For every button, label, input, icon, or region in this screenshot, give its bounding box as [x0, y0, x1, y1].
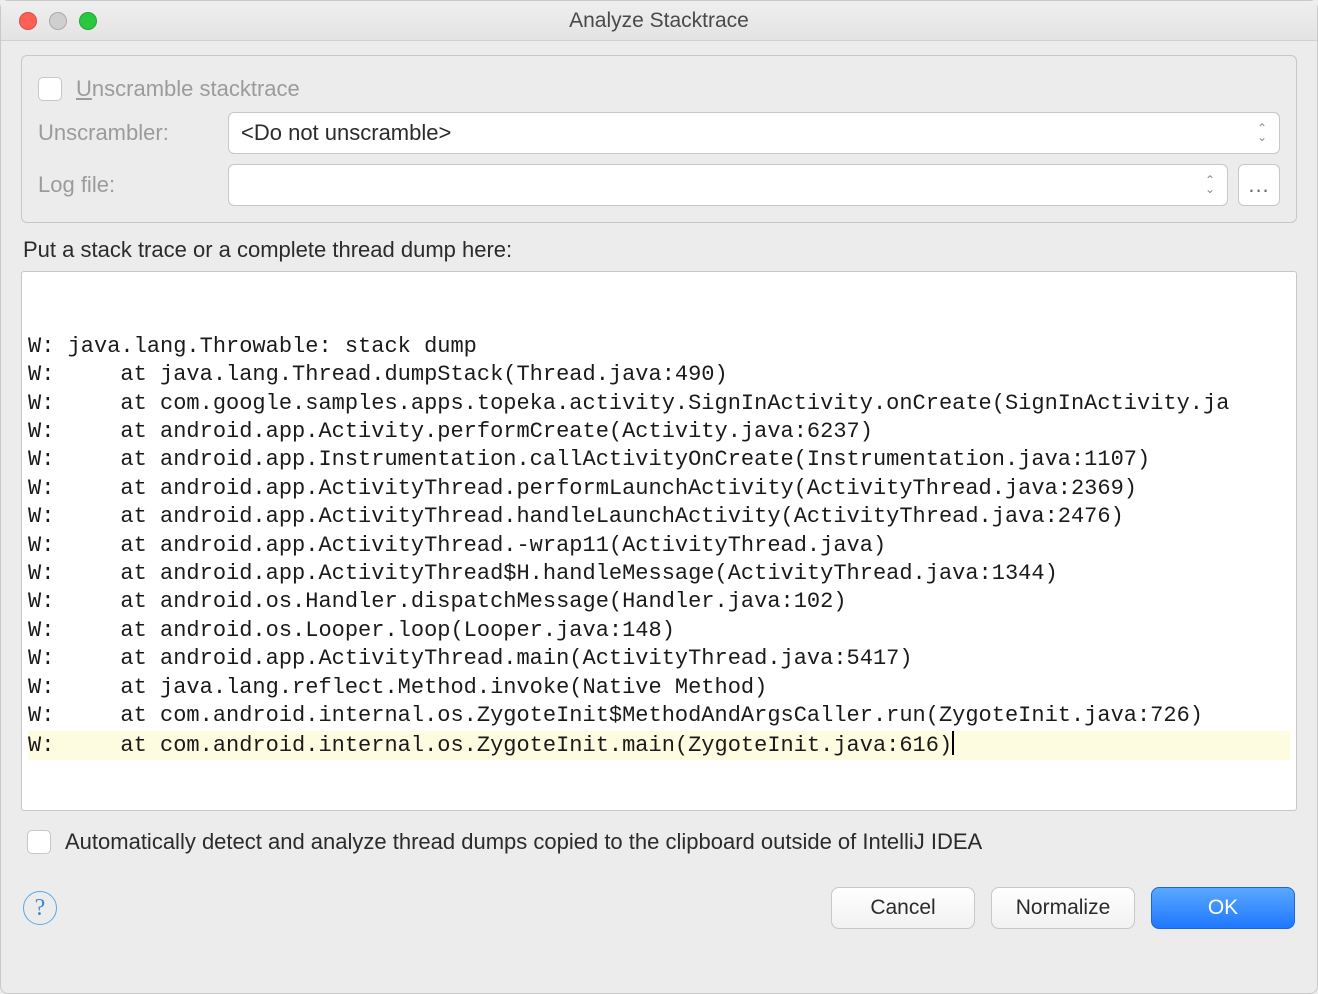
cancel-button[interactable]: Cancel — [831, 887, 975, 929]
stacktrace-line: W: at android.app.Instrumentation.callAc… — [28, 446, 1290, 474]
stacktrace-line: W: at android.app.ActivityThread.-wrap11… — [28, 532, 1290, 560]
stacktrace-line: W: java.lang.Throwable: stack dump — [28, 333, 1290, 361]
window-title: Analyze Stacktrace — [1, 9, 1317, 33]
stacktrace-textarea[interactable]: W: java.lang.Throwable: stack dumpW: at … — [21, 271, 1297, 811]
unscrambler-value: <Do not unscramble> — [241, 120, 451, 146]
stacktrace-line: W: at android.app.ActivityThread.handleL… — [28, 503, 1290, 531]
chevron-updown-icon: ⌃⌄ — [1205, 176, 1215, 194]
stacktrace-line: W: at com.android.internal.os.ZygoteInit… — [28, 731, 1290, 760]
unscramble-label: Unscramble stacktrace — [76, 76, 300, 102]
stacktrace-line: W: at android.app.ActivityThread.perform… — [28, 475, 1290, 503]
stacktrace-line: W: at com.google.samples.apps.topeka.act… — [28, 390, 1290, 418]
stacktrace-line: W: at android.app.Activity.performCreate… — [28, 418, 1290, 446]
stacktrace-line: W: at android.app.ActivityThread.main(Ac… — [28, 645, 1290, 673]
help-button[interactable]: ? — [23, 891, 57, 925]
stacktrace-line: W: at com.android.internal.os.ZygoteInit… — [28, 702, 1290, 730]
ok-button[interactable]: OK — [1151, 887, 1295, 929]
normalize-button[interactable]: Normalize — [991, 887, 1135, 929]
chevron-updown-icon: ⌃⌄ — [1257, 124, 1267, 142]
dialog-footer: ? Cancel Normalize OK — [1, 873, 1317, 929]
unscramble-checkbox[interactable] — [38, 77, 62, 101]
stacktrace-line: W: at android.os.Looper.loop(Looper.java… — [28, 617, 1290, 645]
options-panel: Unscramble stacktrace Unscrambler: <Do n… — [21, 55, 1297, 223]
auto-detect-checkbox[interactable] — [27, 830, 51, 854]
text-cursor — [952, 731, 954, 755]
stacktrace-line: W: at java.lang.Thread.dumpStack(Thread.… — [28, 361, 1290, 389]
logfile-input[interactable]: ⌃⌄ — [228, 164, 1228, 206]
stacktrace-line: W: at android.os.Handler.dispatchMessage… — [28, 588, 1290, 616]
stacktrace-line: W: at android.app.ActivityThread$H.handl… — [28, 560, 1290, 588]
logfile-label: Log file: — [38, 172, 228, 198]
browse-button[interactable]: ... — [1238, 164, 1280, 206]
stacktrace-line: W: at java.lang.reflect.Method.invoke(Na… — [28, 674, 1290, 702]
unscrambler-select[interactable]: <Do not unscramble> ⌃⌄ — [228, 112, 1280, 154]
titlebar: Analyze Stacktrace — [1, 1, 1317, 41]
stacktrace-hint: Put a stack trace or a complete thread d… — [23, 237, 1295, 263]
auto-detect-label: Automatically detect and analyze thread … — [65, 829, 982, 855]
unscrambler-label: Unscrambler: — [38, 120, 228, 146]
